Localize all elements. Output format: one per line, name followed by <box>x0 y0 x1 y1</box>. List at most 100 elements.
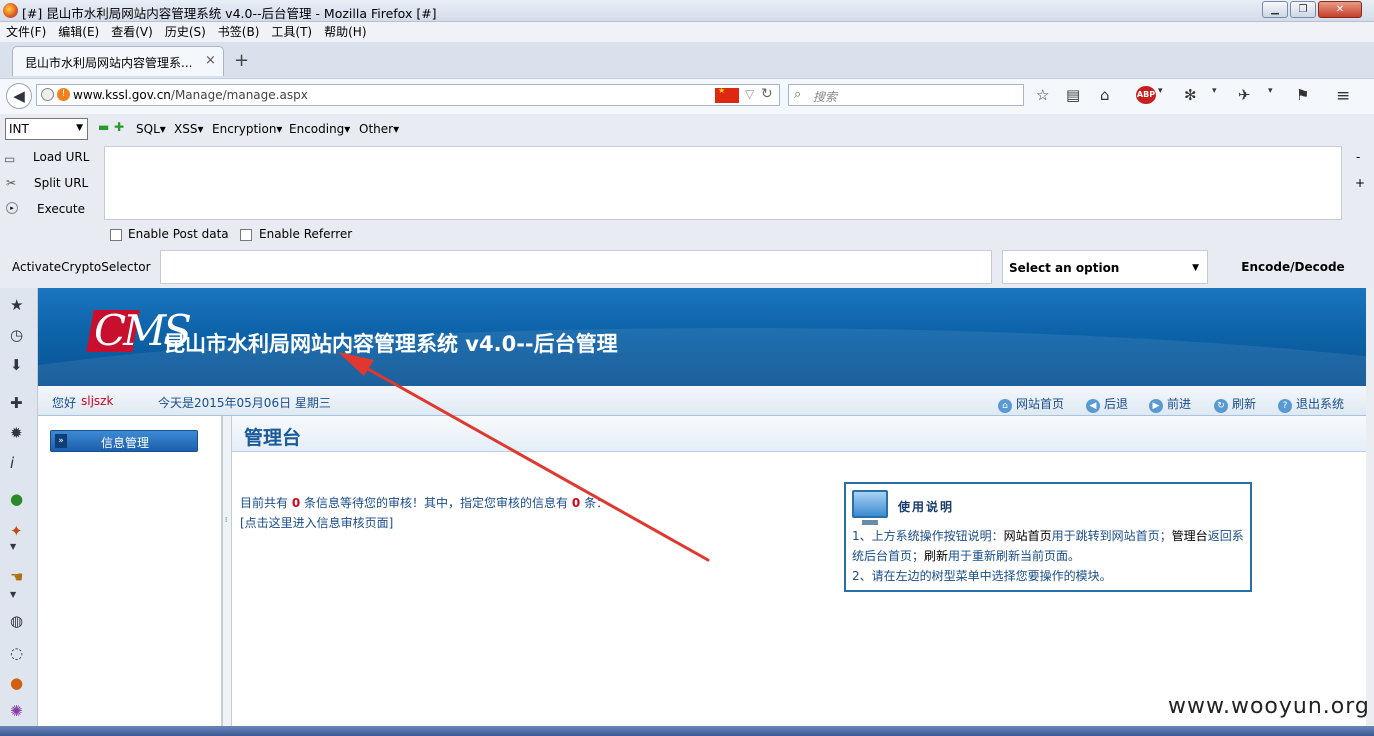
maximize-button[interactable]: ❐ <box>1290 1 1316 18</box>
hand-icon[interactable]: ☚ <box>10 568 23 586</box>
new-tab-button[interactable]: + <box>234 50 249 71</box>
search-placeholder: 搜索 <box>813 90 838 104</box>
addons-icon[interactable]: ✚ <box>10 394 23 412</box>
virus-icon[interactable]: ✺ <box>10 702 23 720</box>
window-title: [#] 昆山市水利局网站内容管理系统 v4.0--后台管理 - Mozilla … <box>22 6 437 21</box>
logout-icon: ? <box>1278 399 1292 413</box>
dropdown-icon[interactable]: ▽ <box>745 87 754 101</box>
tab-active[interactable]: 昆山市水利局网站内容管理系... × <box>12 46 224 76</box>
execute-icon: ▸ <box>6 202 18 214</box>
forward-link[interactable]: ▶ 前进 <box>1149 395 1191 413</box>
pane-splitter[interactable]: ⁞ <box>222 416 232 736</box>
crypto-option-select[interactable]: Select an option ▼ <box>1002 250 1208 284</box>
load-url-icon: ▭ <box>4 152 16 166</box>
menu-tools[interactable]: 工具(T) <box>265 22 318 42</box>
encode-decode-button[interactable]: Encode/Decode <box>1214 250 1372 284</box>
firebug-icon[interactable]: ✦ <box>10 522 23 540</box>
int-select[interactable]: INT ▼ <box>5 118 88 140</box>
split-url-button[interactable]: Split URL <box>34 176 88 190</box>
china-flag-icon <box>715 86 739 103</box>
refresh-icon: ↻ <box>1214 399 1228 413</box>
refresh-link[interactable]: ↻ 刷新 <box>1214 395 1256 413</box>
menu-history[interactable]: 历史(S) <box>159 22 212 42</box>
chevron-down-icon[interactable]: ▾ <box>1212 86 1217 96</box>
chevron-down-icon: ▼ <box>76 123 83 133</box>
load-url-button[interactable]: Load URL <box>33 150 89 164</box>
adblock-icon[interactable]: ABP <box>1136 86 1156 104</box>
decrease-icon[interactable]: ▬ <box>98 120 109 134</box>
enable-referrer-checkbox[interactable] <box>240 229 252 241</box>
help-text: 1、上方系统操作按钮说明：网站首页用于跳转到网站首页；管理台返回系统后台首页；刷… <box>852 529 1244 583</box>
enable-post-checkbox[interactable] <box>110 229 122 241</box>
cookie-icon[interactable]: ◌ <box>10 644 23 662</box>
plus-icon[interactable]: + <box>1355 176 1365 190</box>
info-bar: 您好 sljszk 今天是2015年05月06日 星期三 ⌂ 网站首页 ◀ 后退 ▶… <box>38 386 1366 416</box>
url-bar[interactable]: ! www.kssl.gov.cn/Manage/manage.aspx ▽ ↻ <box>36 84 780 106</box>
page-title: 管理台 <box>244 427 302 449</box>
minus-icon[interactable]: - <box>1356 150 1360 164</box>
minimize-button[interactable]: ▁ <box>1262 1 1288 18</box>
assigned-count: 0 <box>571 496 581 510</box>
home-icon[interactable]: ⌂ <box>1100 86 1110 104</box>
firefox-icon <box>3 3 18 18</box>
site-title: 昆山市水利局网站内容管理系统 v4.0--后台管理 <box>164 332 618 356</box>
review-page-link[interactable]: [点击这里进入信息审核页面] <box>240 514 393 531</box>
tree-menu: » 信息管理 <box>38 416 222 736</box>
tab-close-icon[interactable]: × <box>205 53 216 68</box>
settings-icon[interactable]: ✹ <box>10 424 23 442</box>
tab-label: 昆山市水利局网站内容管理系... <box>25 56 193 70</box>
crypto-input[interactable] <box>160 250 992 284</box>
reading-list-icon[interactable]: ▤ <box>1066 86 1080 104</box>
reload-icon[interactable]: ↻ <box>761 86 773 102</box>
download-icon[interactable]: ⬇ <box>10 356 23 374</box>
grip-icon: ⁞ <box>225 516 228 524</box>
encryption-menu[interactable]: Encryption▾ <box>212 122 282 136</box>
bookmarks-icon[interactable]: ★ <box>10 296 23 314</box>
info-icon[interactable]: i <box>10 454 14 472</box>
other-menu[interactable]: Other▾ <box>359 122 399 136</box>
menu-view[interactable]: 查看(V) <box>105 22 159 42</box>
home-icon: ⌂ <box>998 399 1012 413</box>
chevron-down-icon[interactable]: ▾ <box>1158 86 1163 96</box>
pending-count: 0 <box>291 496 301 510</box>
forward-icon: ▶ <box>1149 399 1163 413</box>
history-icon[interactable]: ◷ <box>10 326 23 344</box>
split-url-icon: ✂ <box>6 176 17 190</box>
pin-icon[interactable]: ⚑ <box>1296 86 1309 104</box>
os-taskbar <box>0 726 1374 736</box>
menu-bookmarks[interactable]: 书签(B) <box>212 22 266 42</box>
chevron-down-icon[interactable]: ▼ <box>10 590 16 599</box>
home-link[interactable]: ⌂ 网站首页 <box>998 395 1064 413</box>
extension-icon[interactable]: ✻ <box>1184 86 1197 104</box>
chevron-down-icon[interactable]: ▾ <box>1268 86 1273 96</box>
encoding-menu[interactable]: Encoding▾ <box>289 122 350 136</box>
xss-menu[interactable]: XSS▾ <box>174 122 203 136</box>
site-banner: CMS 昆山市水利局网站内容管理系统 v4.0--后台管理 <box>38 288 1366 386</box>
back-button[interactable]: ◀ <box>6 83 32 109</box>
tree-item-info-management[interactable]: » 信息管理 <box>50 430 198 452</box>
back-icon: ◀ <box>1086 399 1100 413</box>
back-link[interactable]: ◀ 后退 <box>1086 395 1128 413</box>
logout-link[interactable]: ? 退出系统 <box>1278 395 1344 413</box>
hackbar-url-textarea[interactable] <box>104 146 1342 220</box>
execute-button[interactable]: Execute <box>37 202 85 216</box>
main-header: 管理台 <box>232 416 1366 452</box>
window-titlebar: [#] 昆山市水利局网站内容管理系统 v4.0--后台管理 - Mozilla … <box>0 0 1374 22</box>
menu-help[interactable]: 帮助(H) <box>318 22 372 42</box>
chevron-down-icon[interactable]: ▼ <box>10 542 16 551</box>
hamburger-menu-icon[interactable]: ≡ <box>1336 86 1350 106</box>
sql-menu[interactable]: SQL▾ <box>136 122 166 136</box>
shield-icon[interactable]: ● <box>10 490 23 508</box>
alert-icon[interactable]: ● <box>10 674 23 692</box>
menu-file[interactable]: 文件(F) <box>0 22 52 42</box>
info-icon[interactable]: ! <box>57 88 70 101</box>
increase-icon[interactable]: ✚ <box>114 120 124 134</box>
bookmark-star-icon[interactable]: ☆ <box>1036 86 1049 104</box>
extension-icon[interactable]: ✈ <box>1238 86 1251 104</box>
globe-icon[interactable]: ◍ <box>10 612 23 630</box>
username: sljszk <box>81 394 114 408</box>
close-window-button[interactable]: ✕ <box>1318 1 1362 18</box>
search-box[interactable]: ⌕ 搜索 <box>788 84 1024 106</box>
menu-edit[interactable]: 编辑(E) <box>52 22 105 42</box>
page-scrollbar[interactable] <box>1366 288 1374 736</box>
